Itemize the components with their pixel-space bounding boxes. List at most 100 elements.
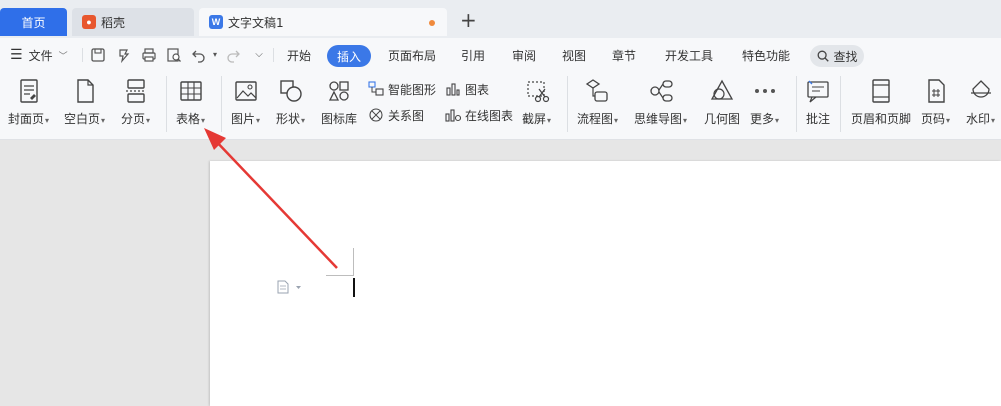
picture-button[interactable]: 图片▾: [231, 78, 260, 127]
caret-down-icon: ▾: [683, 116, 688, 125]
tab-start[interactable]: 开始: [287, 38, 311, 72]
screenshot-label: 截屏: [522, 112, 547, 126]
page-number-label: 页码: [921, 112, 946, 126]
divider: [166, 76, 167, 132]
caret-down-icon: ▾: [101, 116, 106, 125]
online-chart-button[interactable]: 在线图表: [445, 106, 513, 124]
blank-page-label: 空白页: [64, 112, 101, 126]
table-icon: [179, 81, 202, 101]
undo-dropdown-icon[interactable]: ▾: [207, 47, 223, 63]
more-label: 更多: [750, 112, 775, 126]
comment-button[interactable]: 批注: [805, 78, 831, 127]
icon-library-button[interactable]: 图标库: [321, 78, 357, 127]
table-button[interactable]: 表格▾: [176, 78, 205, 127]
save-icon[interactable]: [90, 47, 106, 63]
icon-library-label: 图标库: [321, 112, 358, 126]
tab-special-features[interactable]: 特色功能: [742, 38, 790, 72]
relation-chart-button[interactable]: 关系图: [368, 106, 424, 124]
chart-button[interactable]: 图表: [445, 80, 489, 98]
search-icon: [818, 50, 830, 62]
search-button[interactable]: 查找: [810, 45, 864, 67]
customize-toolbar-icon[interactable]: ⌵: [251, 47, 267, 63]
tab-document[interactable]: W 文字文稿1: [199, 8, 447, 36]
tab-home[interactable]: 首页: [0, 8, 67, 36]
caret-down-icon: ▾: [775, 116, 780, 125]
cover-page-button[interactable]: 封面页▾: [8, 78, 49, 127]
cover-page-icon: [19, 79, 38, 103]
new-tab-button[interactable]: +: [460, 10, 477, 30]
mind-map-button[interactable]: 思维导图▾: [634, 78, 687, 127]
tab-document-label: 文字文稿1: [228, 15, 284, 30]
smart-graphic-icon: [368, 81, 384, 96]
bar-chart-icon: [446, 83, 460, 96]
mind-map-label: 思维导图: [634, 112, 683, 126]
tab-references[interactable]: 引用: [461, 38, 485, 72]
shape-button[interactable]: 形状▾: [276, 78, 305, 127]
blank-page-button[interactable]: 空白页▾: [64, 78, 105, 127]
comment-label: 批注: [805, 112, 830, 126]
chevron-down-icon: ﹀: [58, 51, 68, 62]
caret-down-icon: ▾: [45, 116, 50, 125]
icon-library-icon: [328, 81, 349, 101]
flowchart-button[interactable]: 流程图▾: [577, 78, 618, 127]
chart-label: 图表: [465, 82, 490, 97]
smart-graphic-button[interactable]: 智能图形: [368, 80, 436, 98]
redo-icon[interactable]: [225, 47, 241, 63]
scissors-icon: [526, 81, 549, 103]
flowchart-icon: [585, 79, 608, 102]
tab-insert[interactable]: 插入: [327, 45, 371, 67]
header-footer-button[interactable]: 页眉和页脚: [851, 78, 911, 127]
print-preview-icon[interactable]: [166, 47, 182, 63]
caret-down-icon: ▾: [201, 116, 206, 125]
file-menu-label: 文件: [28, 48, 53, 63]
document-page[interactable]: [210, 161, 1001, 406]
picture-icon: [234, 81, 257, 101]
margin-corner-mark: [326, 275, 354, 276]
hamburger-icon: ☰: [10, 47, 23, 63]
tab-developer[interactable]: 开发工具: [665, 38, 713, 72]
relation-chart-icon: [369, 108, 383, 122]
divider: [82, 48, 83, 62]
relation-chart-label: 关系图: [388, 108, 425, 123]
file-menu[interactable]: ☰ 文件 ﹀: [10, 38, 68, 72]
divider: [567, 76, 568, 132]
picture-label: 图片: [231, 112, 256, 126]
shape-label: 形状: [276, 112, 301, 126]
unsaved-dot-icon: [429, 20, 435, 26]
divider: [840, 76, 841, 132]
geometry-button[interactable]: 几何图: [704, 78, 740, 127]
tab-home-label: 首页: [21, 15, 46, 30]
page-break-icon: [125, 79, 146, 103]
online-chart-label: 在线图表: [465, 108, 514, 123]
tab-review[interactable]: 审阅: [512, 38, 536, 72]
tab-bar: 首页 ● 稻壳 W 文字文稿1 +: [0, 0, 1001, 38]
format-painter-icon[interactable]: [116, 47, 132, 63]
watermark-button[interactable]: 水印▾: [966, 78, 995, 127]
page-number-button[interactable]: 页码▾: [921, 78, 950, 127]
insert-ribbon: 封面页▾ 空白页▾ 分页▾ 表格▾ 图片▾ 形状▾ 图标库 智能图形 关系图 图…: [0, 72, 1001, 140]
page-break-label: 分页: [121, 112, 146, 126]
daoke-icon: ●: [82, 15, 96, 29]
tab-daoke-label: 稻壳: [101, 15, 126, 30]
tab-page-layout[interactable]: 页面布局: [388, 38, 436, 72]
caret-down-icon: ▾: [614, 116, 619, 125]
caret-down-icon: ▾: [547, 116, 552, 125]
caret-down-icon: ▾: [256, 116, 261, 125]
paragraph-handle-icon[interactable]: [277, 280, 305, 294]
page-break-button[interactable]: 分页▾: [121, 78, 150, 127]
tab-daoke[interactable]: ● 稻壳: [72, 8, 194, 36]
flowchart-label: 流程图: [577, 112, 614, 126]
geometry-label: 几何图: [704, 112, 741, 126]
search-label: 查找: [833, 49, 858, 64]
caret-down-icon: ▾: [991, 116, 996, 125]
caret-down-icon: ▾: [946, 116, 951, 125]
tab-view[interactable]: 视图: [562, 38, 586, 72]
more-button[interactable]: 更多▾: [750, 78, 779, 127]
divider: [221, 76, 222, 132]
tab-section[interactable]: 章节: [612, 38, 636, 72]
screenshot-button[interactable]: 截屏▾: [522, 78, 551, 127]
print-icon[interactable]: [141, 47, 157, 63]
text-cursor: [353, 278, 355, 297]
undo-icon[interactable]: [191, 47, 207, 63]
shape-icon: [279, 80, 302, 102]
